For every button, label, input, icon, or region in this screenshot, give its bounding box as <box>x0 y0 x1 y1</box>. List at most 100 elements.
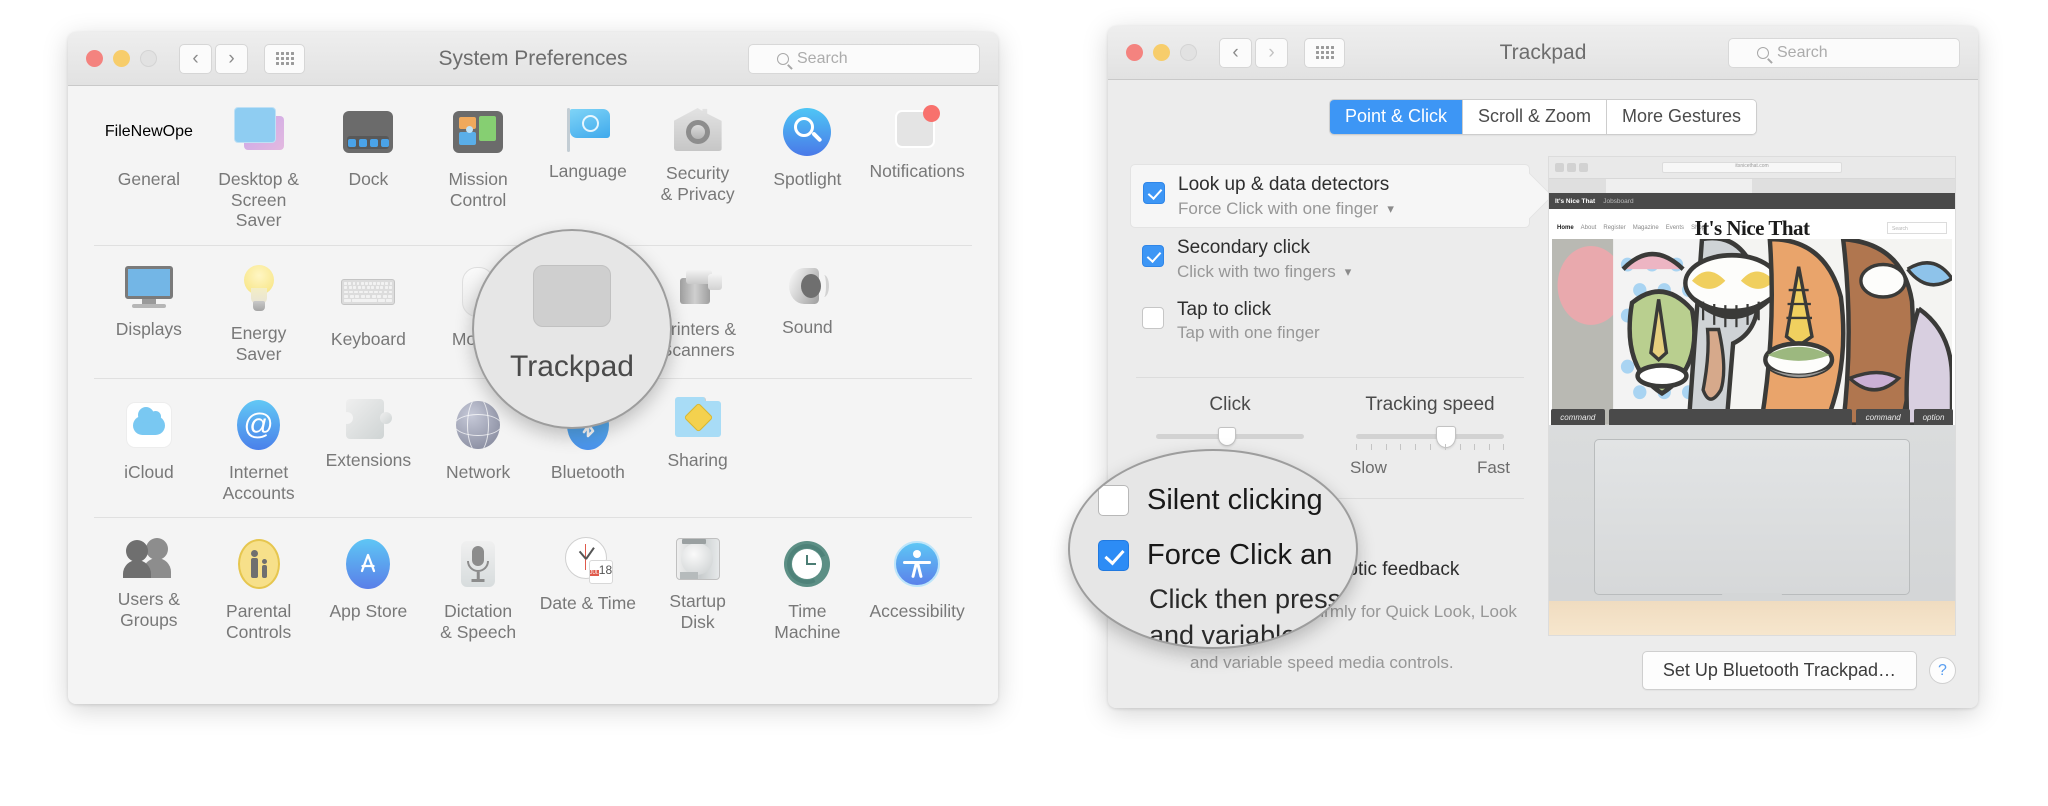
trackpad-preview-panel: itsnicethat.com It's Nice That Jobsboard <box>1548 156 1956 636</box>
option-secondary-click[interactable]: Secondary click Click with two fingers ▾ <box>1130 228 1530 290</box>
pref-label: Parental Controls <box>226 601 292 643</box>
preview-browser: itsnicethat.com It's Nice That Jobsboard <box>1549 157 1955 425</box>
dock-icon <box>340 104 396 160</box>
back-button[interactable]: ‹ <box>179 43 212 74</box>
pref-item-spotlight[interactable]: Spotlight <box>753 104 863 231</box>
pref-item-energy-saver[interactable]: Energy Saver <box>204 264 314 364</box>
checkbox-force-click-magnified[interactable] <box>1098 540 1129 571</box>
pref-item-security-privacy[interactable]: Security & Privacy <box>643 104 753 231</box>
minimize-button[interactable] <box>1153 44 1170 61</box>
pref-item-empty <box>753 397 863 503</box>
pref-item-sound[interactable]: Sound <box>753 264 863 364</box>
option-subtitle: Tap with one finger <box>1177 323 1320 343</box>
preview-desk-surface <box>1549 601 1955 635</box>
preview-site-title: It's Nice That <box>1694 216 1810 240</box>
forward-button[interactable]: › <box>1255 37 1288 68</box>
time-machine-icon <box>779 536 835 592</box>
pref-item-dock[interactable]: Dock <box>314 104 424 231</box>
slider-track-click[interactable] <box>1156 427 1304 447</box>
checkbox-secondary-click[interactable] <box>1142 244 1164 267</box>
pref-item-mission-control[interactable]: Mission Control <box>423 104 533 231</box>
pref-item-icloud[interactable]: iCloud <box>94 397 204 503</box>
pref-item-language[interactable]: Language <box>533 104 643 231</box>
zoom-button[interactable] <box>140 50 157 67</box>
keyboard-icon <box>340 264 396 320</box>
forward-button[interactable]: › <box>215 43 248 74</box>
pref-label: Notifications <box>869 161 965 181</box>
magnified-silent-clicking-row[interactable]: Silent clicking <box>1098 484 1323 517</box>
pref-item-startup-disk[interactable]: Startup Disk <box>643 536 753 642</box>
search-icon <box>777 52 789 65</box>
pref-item-accessibility[interactable]: Accessibility <box>862 536 972 642</box>
pref-item-empty <box>862 264 972 364</box>
checkbox-look-up-data-detectors[interactable] <box>1143 182 1165 204</box>
gesture-preview-video[interactable]: itsnicethat.com It's Nice That Jobsboard <box>1548 156 1956 636</box>
grid-icon <box>275 52 294 65</box>
tab-scroll-and-zoom[interactable]: Scroll & Zoom <box>1462 100 1608 134</box>
back-button[interactable]: ‹ <box>1219 37 1252 68</box>
zoom-button[interactable] <box>1180 44 1197 61</box>
pref-label: Desktop & Screen Saver <box>218 169 299 231</box>
close-button[interactable] <box>86 50 103 67</box>
pref-item-network[interactable]: Network <box>423 397 533 503</box>
search-input[interactable]: Search <box>748 43 980 74</box>
checkbox-silent-clicking-magnified[interactable] <box>1098 485 1129 516</box>
option-subtitle-row[interactable]: Force Click with one finger ▾ <box>1178 199 1394 219</box>
pref-item-parental-controls[interactable]: Parental Controls <box>204 536 314 642</box>
help-button[interactable]: ? <box>1929 657 1956 684</box>
option-subtitle-row[interactable]: Click with two fingers ▾ <box>1177 262 1351 282</box>
show-all-grid-button[interactable] <box>264 43 305 74</box>
slider-tracking-speed: Tracking speed Slow Fast <box>1330 394 1530 478</box>
preview-site-search: Search <box>1887 222 1947 234</box>
preview-tab-2 <box>1760 179 1899 193</box>
pref-item-users-groups[interactable]: Users & Groups <box>94 536 204 642</box>
slider-track-tracking[interactable] <box>1356 426 1504 449</box>
setup-bluetooth-trackpad-button[interactable]: Set Up Bluetooth Trackpad… <box>1641 651 1917 690</box>
trackpad-magnifier-callout: Trackpad <box>472 229 672 429</box>
option-tap-to-click[interactable]: Tap to click Tap with one finger <box>1130 290 1530 352</box>
pref-item-dictation-speech[interactable]: Dictation & Speech <box>423 536 533 642</box>
pref-label: Mission Control <box>448 169 508 210</box>
pref-label: iCloud <box>124 462 174 483</box>
pref-item-sharing[interactable]: Sharing <box>643 397 753 503</box>
checkbox-tap-to-click[interactable] <box>1142 306 1164 329</box>
tab-more-gestures[interactable]: More Gestures <box>1607 100 1757 134</box>
pref-item-keyboard[interactable]: Keyboard <box>314 264 424 364</box>
tab-point-and-click[interactable]: Point & Click <box>1329 100 1463 134</box>
trackpad-magnified-label: Trackpad <box>510 350 634 383</box>
app-store-icon <box>340 536 396 592</box>
magnified-force-click-row[interactable]: Force Click an <box>1098 539 1332 572</box>
pref-item-app-store[interactable]: App Store <box>314 536 424 642</box>
minimize-button[interactable] <box>113 50 130 67</box>
show-all-grid-button[interactable] <box>1304 37 1345 68</box>
preview-site-nav: Home About Register Magazine Events Shop <box>1557 225 1706 231</box>
pref-label: Security & Privacy <box>660 163 735 204</box>
pref-item-extensions[interactable]: Extensions <box>314 397 424 503</box>
pref-item-general[interactable]: File New Ope General <box>94 104 204 231</box>
pref-item-time-machine[interactable]: Time Machine <box>753 536 863 642</box>
internet-accounts-icon: @ <box>231 397 287 453</box>
spotlight-icon <box>779 104 835 160</box>
desktop-screensaver-icon <box>231 104 287 160</box>
pref-item-internet-accounts[interactable]: @ Internet Accounts <box>204 397 314 503</box>
preview-trackpad-hardware <box>1549 424 1955 635</box>
pref-label: Language <box>548 161 627 181</box>
search-input[interactable]: Search <box>1728 37 1960 68</box>
pref-item-desktop-screensaver[interactable]: Desktop & Screen Saver <box>204 104 314 231</box>
option-look-up-data-detectors[interactable]: Look up & data detectors Force Click wit… <box>1130 164 1530 228</box>
pref-item-displays[interactable]: Displays <box>94 264 204 364</box>
general-badge-open: Ope <box>162 123 193 140</box>
close-button[interactable] <box>1126 44 1143 61</box>
pref-label: Spotlight <box>773 169 842 189</box>
pref-label: Users & Groups <box>117 589 180 631</box>
chevron-down-icon[interactable]: ▾ <box>1345 264 1352 280</box>
language-icon <box>562 104 614 152</box>
chevron-down-icon[interactable]: ▾ <box>1387 201 1394 217</box>
option-title: Secondary click <box>1177 236 1311 258</box>
slider-end-labels: Slow Fast <box>1350 458 1510 478</box>
pref-row-4: Users & Groups Parental Controls App Sto… <box>94 518 972 656</box>
pref-item-notifications[interactable]: Notifications <box>862 104 972 231</box>
pref-item-date-time[interactable]: JUL18 Date & Time <box>533 536 643 642</box>
trackpad-footer: Set Up Bluetooth Trackpad… ? <box>1130 651 1956 690</box>
option-subtitle-row: Tap with one finger <box>1177 323 1320 343</box>
